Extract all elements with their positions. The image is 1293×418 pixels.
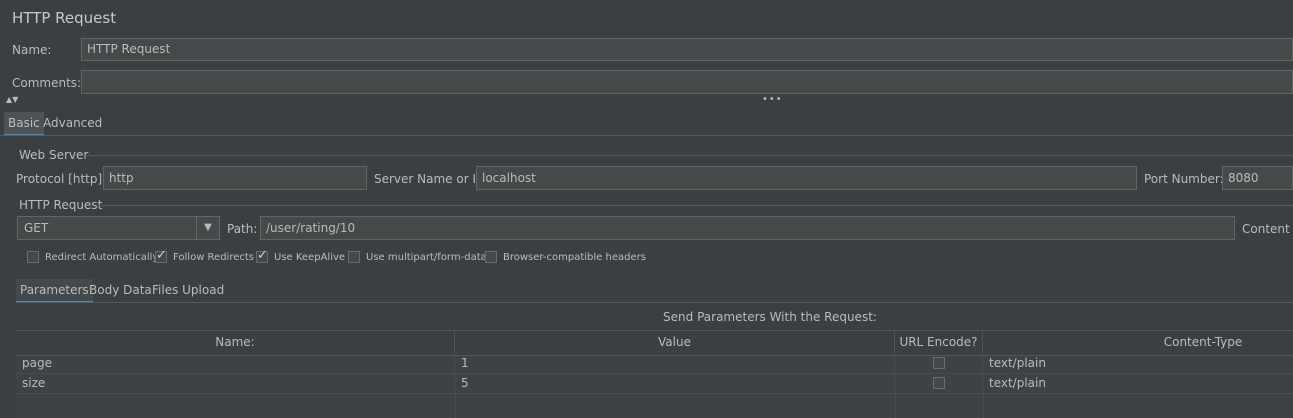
tab-files-upload[interactable]: Files Upload (148, 279, 228, 301)
option-label: Use KeepAlive (274, 251, 346, 263)
column-header-value[interactable]: Value (455, 331, 895, 353)
content-encoding-label: Content e (1242, 222, 1293, 236)
params-table-header: Name: Value URL Encode? Content-Type (16, 330, 1293, 356)
option-redirect-automatically[interactable]: Redirect Automatically (27, 251, 158, 263)
http-request-group-line (97, 205, 1293, 206)
option-use-keepalive[interactable]: Use KeepAlive (256, 248, 346, 263)
splitter[interactable]: ▲▼ ••• (0, 94, 1293, 107)
option-browser-compatible-headers[interactable]: Browser-compatible headers (485, 251, 646, 263)
tab-parameters[interactable]: Parameters (16, 279, 93, 303)
column-header-name[interactable]: Name: (16, 331, 455, 353)
option-label: Use multipart/form-data (366, 251, 487, 263)
protocol-input[interactable]: http (103, 166, 367, 190)
redirect-automatically-checkbox[interactable] (27, 251, 39, 263)
name-label: Name: (12, 43, 52, 57)
name-input[interactable]: HTTP Request (81, 38, 1293, 61)
url-encode-checkbox[interactable] (932, 356, 945, 369)
column-divider (895, 394, 896, 418)
param-value-cell[interactable]: 5 (455, 374, 895, 393)
http-request-group-label: HTTP Request (19, 198, 103, 212)
param-content-type-cell[interactable]: text/plain (983, 354, 1293, 373)
tab-body-data[interactable]: Body Data (85, 279, 156, 301)
method-value: GET (24, 221, 49, 235)
comments-label: Comments: (12, 76, 82, 90)
column-header-content-type[interactable]: Content-Type (983, 331, 1293, 353)
table-row[interactable]: page 1 text/plain (16, 354, 1293, 374)
path-input[interactable]: /user/rating/10 (260, 216, 1235, 240)
option-use-multipart[interactable]: Use multipart/form-data (348, 251, 487, 263)
column-header-url-encode[interactable]: URL Encode? (895, 331, 983, 353)
panel-title: HTTP Request (12, 9, 117, 27)
tab-advanced[interactable]: Advanced (39, 112, 106, 134)
server-input[interactable]: localhost (476, 166, 1137, 190)
url-encode-checkbox[interactable] (932, 376, 945, 389)
param-encode-cell[interactable] (895, 374, 983, 393)
tabs-divider (0, 135, 1293, 136)
param-value-cell[interactable]: 1 (455, 354, 895, 373)
port-label: Port Number: (1144, 172, 1224, 186)
browser-compatible-headers-checkbox[interactable] (485, 251, 497, 263)
param-name-cell[interactable]: page (16, 354, 455, 373)
option-label: Redirect Automatically (45, 251, 159, 263)
method-select[interactable]: GET ▼ (17, 216, 220, 240)
subtabs-divider (16, 302, 1293, 303)
tab-basic[interactable]: Basic (4, 112, 44, 136)
column-divider (455, 394, 456, 418)
web-server-group-line (82, 155, 1293, 156)
option-label: Follow Redirects (173, 251, 254, 263)
option-follow-redirects[interactable]: Follow Redirects (155, 248, 254, 263)
column-divider (983, 394, 984, 418)
option-label: Browser-compatible headers (503, 251, 646, 263)
splitter-handle-icon[interactable]: ••• (762, 94, 783, 105)
param-encode-cell[interactable] (895, 354, 983, 373)
follow-redirects-checkbox[interactable] (155, 248, 167, 263)
path-label: Path: (227, 222, 258, 236)
params-table: Name: Value URL Encode? Content-Type pag… (16, 330, 1293, 418)
param-name-cell[interactable]: size (16, 374, 455, 393)
params-title: Send Parameters With the Request: (663, 310, 877, 324)
param-content-type-cell[interactable]: text/plain (983, 374, 1293, 393)
comments-input[interactable] (81, 70, 1293, 94)
chevron-down-icon[interactable]: ▼ (196, 217, 219, 239)
protocol-label: Protocol [http]: (16, 172, 107, 186)
port-input[interactable]: 8080 (1222, 166, 1293, 190)
table-row[interactable]: size 5 text/plain (16, 374, 1293, 394)
splitter-arrows-icon[interactable]: ▲▼ (6, 95, 18, 104)
table-empty-area[interactable] (16, 394, 1293, 418)
server-label: Server Name or IP: (374, 172, 488, 186)
use-keepalive-checkbox[interactable] (256, 248, 268, 263)
web-server-group-label: Web Server (19, 148, 89, 162)
use-multipart-checkbox[interactable] (348, 251, 360, 263)
